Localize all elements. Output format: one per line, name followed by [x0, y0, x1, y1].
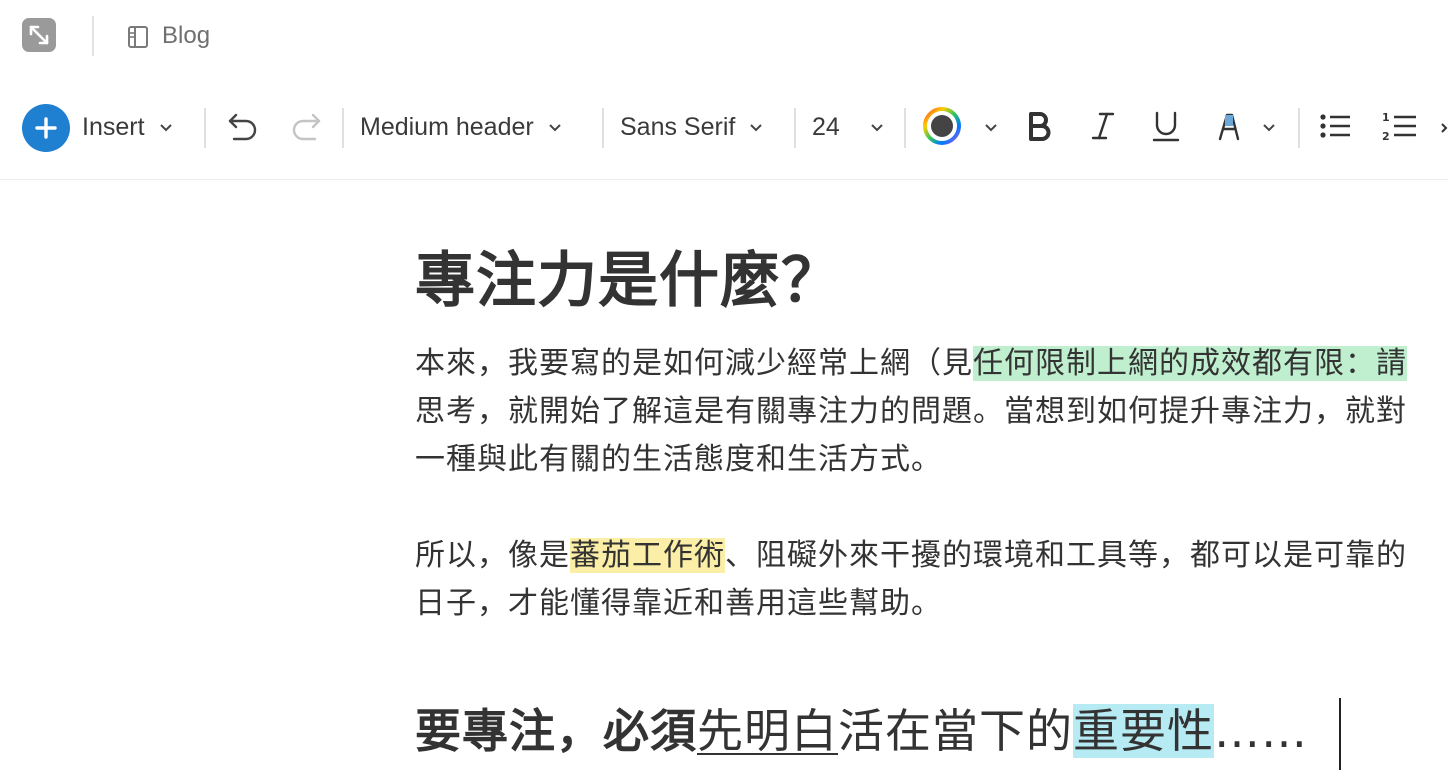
highlighted-link-text[interactable]: 任何限制上網的成效都有限：請 — [973, 346, 1407, 381]
heading-2[interactable]: 要專注，必須先明白活在當下的重要性…… — [415, 696, 1308, 766]
undo-button[interactable] — [226, 76, 260, 179]
divider — [602, 108, 604, 148]
bold-icon — [1024, 109, 1054, 147]
chevron-down-icon — [984, 118, 998, 137]
block-style-dropdown[interactable]: Medium header — [360, 76, 562, 179]
plus-icon — [22, 103, 70, 152]
numbered-list-button[interactable]: 12 — [1382, 76, 1418, 179]
font-size-dropdown[interactable]: 24 — [812, 76, 884, 179]
divider — [904, 108, 906, 148]
redo-button[interactable] — [289, 76, 323, 179]
font-size-value: 24 — [812, 113, 840, 141]
paragraph-2[interactable]: 所以，像是蕃茄工作術、阻礙外來干擾的環境和工具等，都可以是可靠的 日子，才能懂得… — [415, 532, 1407, 628]
color-wheel-icon — [922, 106, 962, 150]
top-bar: Blog — [0, 0, 1448, 76]
font-family-value: Sans Serif — [620, 113, 736, 141]
svg-text:1: 1 — [1382, 111, 1390, 124]
divider — [92, 16, 94, 56]
expand-arrows-icon[interactable] — [22, 18, 56, 52]
paragraph-line: 所以，像是蕃茄工作術、阻礙外來干擾的環境和工具等，都可以是可靠的 — [415, 538, 1407, 573]
highlight-dropdown[interactable] — [1214, 76, 1276, 179]
underline-icon — [1150, 109, 1182, 147]
italic-button[interactable] — [1088, 76, 1118, 179]
chevron-down-icon — [749, 118, 763, 137]
paragraph-line: 日子，才能懂得靠近和善用這些幫助。 — [415, 586, 942, 621]
divider — [1298, 108, 1300, 148]
highlighted-text: 重要性 — [1073, 704, 1214, 758]
undo-icon — [226, 109, 260, 147]
bullet-list-button[interactable] — [1318, 76, 1352, 179]
text-color-dropdown[interactable] — [922, 76, 998, 179]
text-cursor — [1339, 698, 1341, 770]
more-tools-icon[interactable] — [1440, 76, 1448, 179]
chevron-down-icon — [159, 118, 173, 137]
divider — [342, 108, 344, 148]
underlined-text: 先明白 — [697, 704, 838, 758]
bold-button[interactable] — [1024, 76, 1054, 179]
highlighter-icon — [1214, 109, 1244, 147]
heading-1[interactable]: 專注力是什麼？ — [415, 232, 842, 319]
underline-button[interactable] — [1150, 76, 1182, 179]
block-style-value: Medium header — [360, 113, 534, 141]
paragraph-line: 本來，我要寫的是如何減少經常上網（見任何限制上網的成效都有限：請 — [415, 346, 1407, 381]
divider — [204, 108, 206, 148]
divider — [794, 108, 796, 148]
chevron-down-icon — [548, 118, 562, 137]
insert-label: Insert — [82, 113, 145, 141]
paragraph-line: 思考，就開始了解這是有關專注力的問題。當想到如何提升專注力，就對 — [415, 394, 1407, 429]
formatting-toolbar: Insert Medium header Sans Serif 24 1 2 — [0, 76, 1448, 180]
numbered-list-icon: 12 — [1382, 109, 1418, 147]
font-family-dropdown[interactable]: Sans Serif — [620, 76, 763, 179]
chevron-down-icon — [870, 118, 884, 137]
document-icon — [127, 25, 149, 53]
document-title[interactable]: Blog — [162, 22, 210, 50]
redo-icon — [289, 109, 323, 147]
bullet-list-icon — [1318, 109, 1352, 147]
paragraph-1[interactable]: 本來，我要寫的是如何減少經常上網（見任何限制上網的成效都有限：請 思考，就開始了… — [415, 340, 1407, 484]
svg-text:2: 2 — [1382, 130, 1390, 143]
chevron-down-icon — [1262, 118, 1276, 137]
insert-button[interactable]: Insert — [22, 76, 173, 179]
highlighted-text[interactable]: 蕃茄工作術 — [570, 538, 725, 573]
italic-icon — [1088, 109, 1118, 147]
paragraph-line: 一種與此有關的生活態度和生活方式。 — [415, 442, 942, 477]
